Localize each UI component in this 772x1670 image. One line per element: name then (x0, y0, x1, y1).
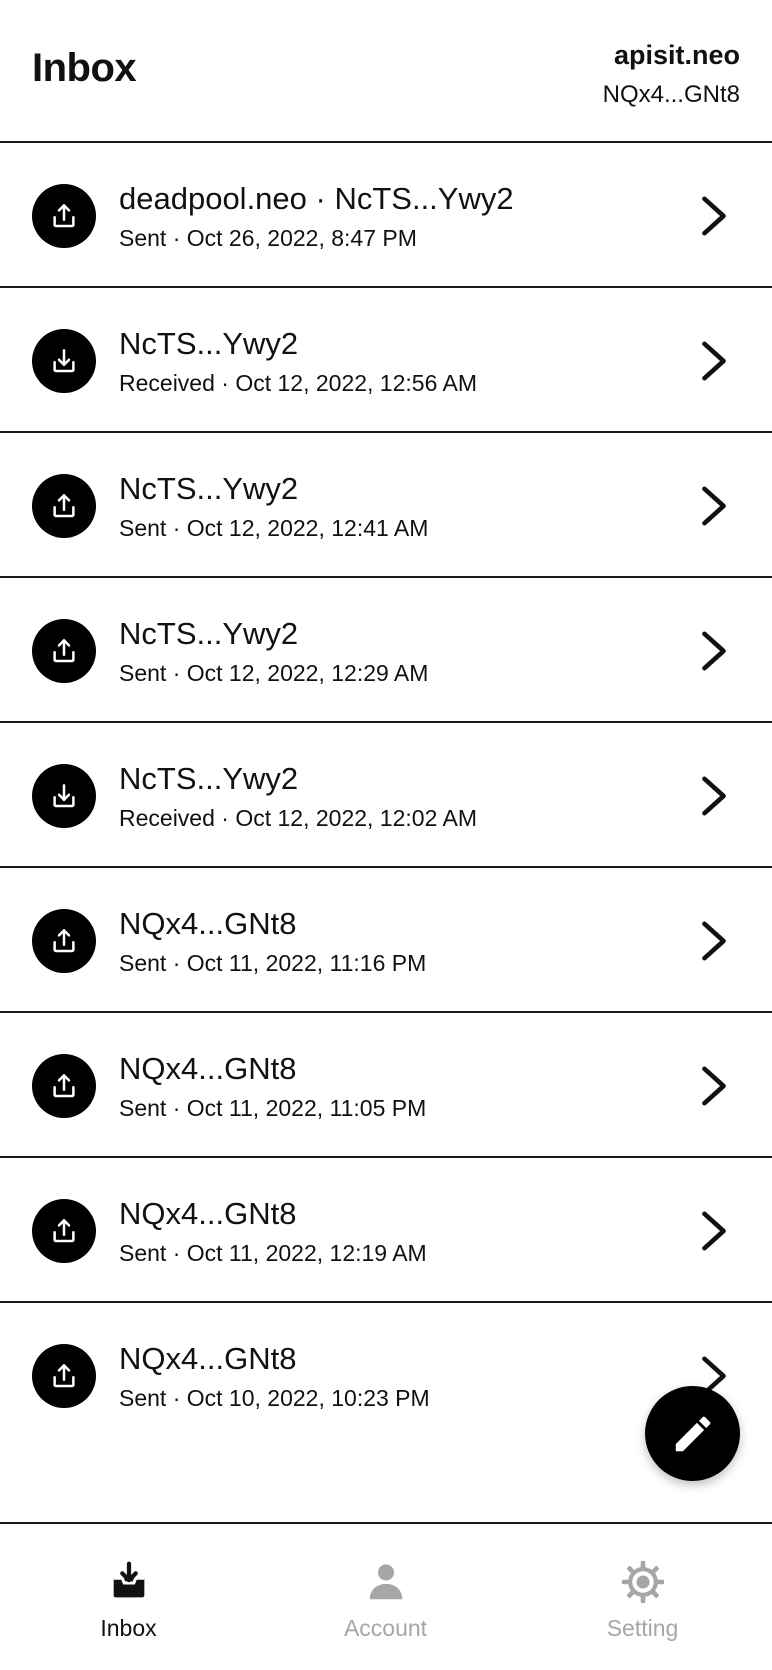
sent-badge (32, 909, 96, 973)
tab-setting[interactable]: Setting (514, 1524, 771, 1670)
bottom-tab-bar: Inbox Account Setting (0, 1522, 772, 1670)
upload-icon (53, 1219, 75, 1243)
tab-account[interactable]: Account (257, 1524, 514, 1670)
sent-badge (32, 474, 96, 538)
sent-badge (32, 1199, 96, 1263)
message-title: NQx4...GNt8 (119, 1196, 297, 1231)
message-title: NcTS...Ywy2 (119, 326, 299, 361)
chevron-right-icon (702, 921, 726, 961)
message-title: NcTS...Ywy2 (119, 616, 299, 651)
message-subtitle: Sent · Oct 10, 2022, 10:23 PM (119, 1385, 430, 1411)
upload-icon (53, 1364, 75, 1388)
sent-badge (32, 184, 96, 248)
upload-icon (53, 494, 75, 518)
received-badge (32, 764, 96, 828)
message-list: deadpool.neo · NcTS...Ywy2 Sent · Oct 26,… (0, 143, 772, 1523)
gear-icon (621, 1560, 664, 1604)
download-icon (53, 349, 75, 373)
message-text: NcTS...Ywy2 Sent · Oct 12, 2022, 12:41 AM (119, 471, 428, 542)
message-row[interactable]: NcTS...Ywy2 Sent · Oct 12, 2022, 12:41 AM (0, 433, 772, 578)
sent-badge (32, 1054, 96, 1118)
account-summary[interactable]: apisit.neo NQx4...GNt8 (603, 40, 740, 109)
message-title: NQx4...GNt8 (119, 1341, 297, 1376)
message-row[interactable]: NQx4...GNt8 Sent · Oct 11, 2022, 12:19 AM (0, 1158, 772, 1303)
pencil-icon (675, 1416, 710, 1451)
download-icon (53, 784, 75, 808)
message-subtitle: Sent · Oct 26, 2022, 8:47 PM (119, 225, 417, 251)
message-text: deadpool.neo · NcTS...Ywy2 Sent · Oct 26,… (119, 181, 514, 252)
upload-icon (53, 1074, 75, 1098)
message-row[interactable]: deadpool.neo · NcTS...Ywy2 Sent · Oct 26,… (0, 143, 772, 288)
message-text: NQx4...GNt8 Sent · Oct 11, 2022, 11:16 PM (119, 906, 426, 977)
sent-badge (32, 619, 96, 683)
tab-inbox[interactable]: Inbox (0, 1524, 257, 1670)
message-title: deadpool.neo · NcTS...Ywy2 (119, 181, 514, 216)
upload-icon (53, 639, 75, 663)
message-row[interactable]: NcTS...Ywy2 Received · Oct 12, 2022, 12:5… (0, 288, 772, 433)
message-text: NcTS...Ywy2 Received · Oct 12, 2022, 12:5… (119, 326, 477, 397)
message-title: NcTS...Ywy2 (119, 761, 299, 796)
inbox-icon (113, 1561, 144, 1598)
tab-label-inbox: Inbox (100, 1615, 157, 1641)
page-title: Inbox (32, 46, 137, 90)
message-text: NQx4...GNt8 Sent · Oct 11, 2022, 12:19 AM (119, 1196, 427, 1267)
message-row[interactable]: NQx4...GNt8 Sent · Oct 11, 2022, 11:16 PM (0, 868, 772, 1013)
account-name: apisit.neo (613, 40, 740, 70)
message-row[interactable]: NcTS...Ywy2 Received · Oct 12, 2022, 12:0… (0, 723, 772, 868)
message-subtitle: Received · Oct 12, 2022, 12:56 AM (119, 370, 477, 396)
chevron-right-icon (702, 1066, 726, 1106)
message-text: NQx4...GNt8 Sent · Oct 10, 2022, 10:23 PM (119, 1341, 430, 1412)
tab-label-setting: Setting (606, 1615, 679, 1641)
compose-button[interactable] (645, 1386, 740, 1481)
received-badge (32, 329, 96, 393)
upload-icon (53, 929, 75, 953)
message-title: NQx4...GNt8 (119, 1051, 297, 1086)
header: Inbox apisit.neo NQx4...GNt8 (0, 0, 772, 143)
sent-badge (32, 1344, 96, 1408)
upload-icon (53, 204, 75, 228)
person-icon (369, 1564, 402, 1600)
chevron-right-icon (702, 196, 726, 236)
chevron-right-icon (702, 341, 726, 381)
message-text: NQx4...GNt8 Sent · Oct 11, 2022, 11:05 PM (119, 1051, 426, 1122)
account-address: NQx4...GNt8 (602, 81, 740, 108)
message-subtitle: Received · Oct 12, 2022, 12:02 AM (119, 805, 477, 831)
chevron-right-icon (702, 776, 726, 816)
message-row[interactable]: NcTS...Ywy2 Sent · Oct 12, 2022, 12:29 AM (0, 578, 772, 723)
message-text: NcTS...Ywy2 Received · Oct 12, 2022, 12:0… (119, 761, 477, 832)
tab-label-account: Account (343, 1615, 428, 1641)
message-row[interactable]: NQx4...GNt8 Sent · Oct 11, 2022, 11:05 PM (0, 1013, 772, 1158)
message-subtitle: Sent · Oct 11, 2022, 11:05 PM (119, 1095, 427, 1121)
chevron-right-icon (702, 486, 726, 526)
message-text: NcTS...Ywy2 Sent · Oct 12, 2022, 12:29 AM (119, 616, 428, 687)
message-title: NQx4...GNt8 (119, 906, 297, 941)
chevron-right-icon (702, 631, 726, 671)
message-subtitle: Sent · Oct 12, 2022, 12:41 AM (119, 515, 429, 541)
message-subtitle: Sent · Oct 12, 2022, 12:29 AM (119, 660, 429, 686)
message-subtitle: Sent · Oct 11, 2022, 11:16 PM (119, 950, 427, 976)
message-title: NcTS...Ywy2 (119, 471, 299, 506)
chevron-right-icon (702, 1211, 726, 1251)
message-subtitle: Sent · Oct 11, 2022, 12:19 AM (119, 1240, 427, 1266)
